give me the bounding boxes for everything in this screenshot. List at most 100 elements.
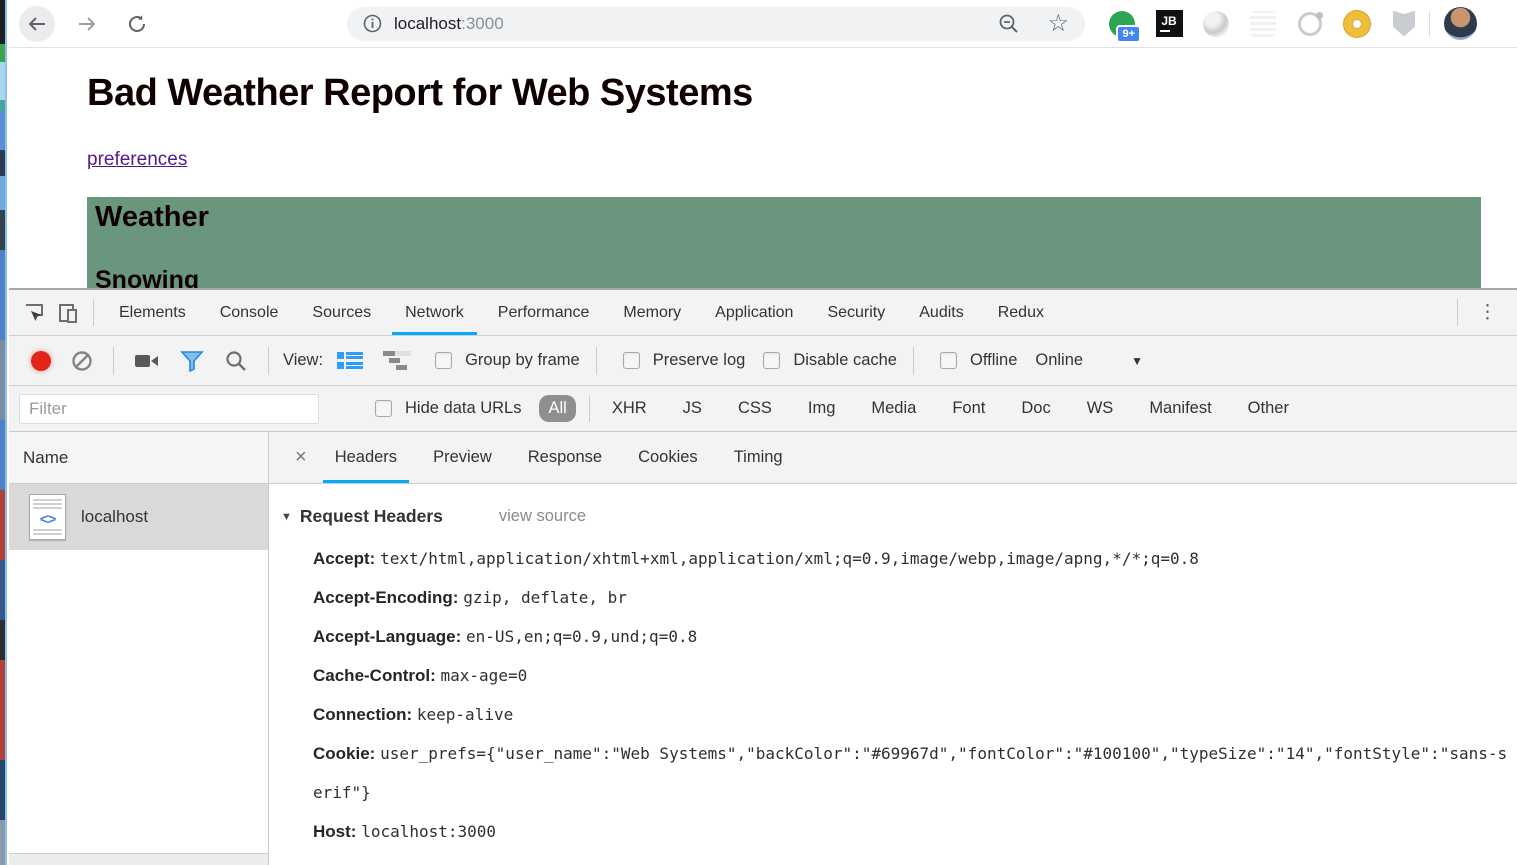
tab-security[interactable]: Security bbox=[810, 290, 902, 335]
back-button[interactable] bbox=[19, 6, 55, 42]
use-large-rows-button[interactable] bbox=[337, 351, 363, 371]
filter-type-other[interactable]: Other bbox=[1239, 395, 1298, 422]
filter-type-js[interactable]: JS bbox=[674, 395, 711, 422]
filter-type-font[interactable]: Font bbox=[943, 395, 994, 422]
kebab-icon: ⋮ bbox=[1478, 301, 1497, 324]
filter-type-all[interactable]: All bbox=[539, 395, 575, 422]
network-filter-bar: Hide data URLs All XHR JS CSS Img Media … bbox=[9, 386, 1517, 432]
tab-network[interactable]: Network bbox=[388, 290, 481, 335]
tab-performance[interactable]: Performance bbox=[481, 290, 607, 335]
request-list-panel: Name <> localhost bbox=[9, 432, 269, 865]
zoom-out-icon bbox=[997, 12, 1021, 36]
filter-type-doc[interactable]: Doc bbox=[1012, 395, 1059, 422]
devtools-menu-button[interactable]: ⋮ bbox=[1466, 290, 1509, 335]
view-label: View: bbox=[283, 351, 323, 370]
inspect-element-button[interactable] bbox=[17, 290, 51, 335]
throttling-select[interactable]: Online bbox=[1035, 351, 1083, 370]
tab-timing[interactable]: Timing bbox=[716, 432, 801, 483]
page-title: Bad Weather Report for Web Systems bbox=[87, 72, 1517, 115]
search-button[interactable] bbox=[224, 349, 248, 373]
tab-application[interactable]: Application bbox=[698, 290, 810, 335]
name-column-header[interactable]: Name bbox=[9, 432, 268, 484]
request-details-panel: × Headers Preview Response Cookies Timin… bbox=[269, 432, 1517, 865]
filter-toggle-button[interactable] bbox=[180, 350, 204, 372]
request-headers-section[interactable]: ▼ Request Headers view source bbox=[281, 506, 1509, 527]
donut-extension-icon[interactable] bbox=[1342, 9, 1372, 39]
bookmark-star-button[interactable]: ☆ bbox=[1047, 12, 1069, 36]
forward-button[interactable] bbox=[69, 6, 105, 42]
page-info-icon[interactable] bbox=[363, 14, 382, 33]
tab-sources[interactable]: Sources bbox=[295, 290, 388, 335]
weather-heading: Weather bbox=[95, 201, 1473, 234]
tab-preview[interactable]: Preview bbox=[415, 432, 510, 483]
reload-button[interactable] bbox=[119, 6, 155, 42]
tab-bar-spacer bbox=[1061, 290, 1449, 335]
request-row-localhost[interactable]: <> localhost bbox=[9, 484, 268, 550]
jetbrains-extension-icon[interactable]: JB bbox=[1154, 9, 1184, 39]
filter-input[interactable] bbox=[19, 394, 319, 424]
headers-content: ▼ Request Headers view source Accept: te… bbox=[269, 484, 1517, 865]
filter-type-manifest[interactable]: Manifest bbox=[1140, 395, 1220, 422]
preserve-log-checkbox[interactable] bbox=[623, 352, 640, 369]
view-source-link[interactable]: view source bbox=[499, 507, 586, 526]
hide-data-urls-checkbox[interactable] bbox=[375, 400, 392, 417]
devtools-tab-bar: Elements Console Sources Network Perform… bbox=[9, 290, 1517, 336]
tab-elements[interactable]: Elements bbox=[102, 290, 203, 335]
record-icon bbox=[31, 351, 51, 371]
tab-cookies[interactable]: Cookies bbox=[620, 432, 716, 483]
request-name: localhost bbox=[81, 507, 148, 527]
toolbar-divider-4 bbox=[913, 347, 914, 375]
request-list-empty-area bbox=[9, 550, 268, 853]
filter-type-media[interactable]: Media bbox=[862, 395, 925, 422]
address-bar[interactable]: localhost:3000 ☆ bbox=[347, 7, 1085, 41]
tab-audits[interactable]: Audits bbox=[902, 290, 980, 335]
close-icon: × bbox=[295, 446, 307, 469]
zoom-out-button[interactable] bbox=[997, 12, 1021, 36]
grid-icon bbox=[1250, 11, 1276, 37]
document-icon: <> bbox=[29, 494, 66, 540]
filter-type-css[interactable]: CSS bbox=[729, 395, 781, 422]
orbit-extension-icon[interactable] bbox=[1295, 9, 1325, 39]
devtools-panel: Elements Console Sources Network Perform… bbox=[9, 288, 1517, 865]
filter-type-img[interactable]: Img bbox=[799, 395, 845, 422]
donut-icon bbox=[1344, 11, 1370, 37]
filter-type-ws[interactable]: WS bbox=[1078, 395, 1123, 422]
preferences-link[interactable]: preferences bbox=[87, 149, 187, 171]
close-details-button[interactable]: × bbox=[285, 432, 317, 483]
throttling-dropdown-arrow-icon[interactable]: ▼ bbox=[1131, 354, 1143, 368]
chat-extension-icon[interactable]: 9+ bbox=[1107, 9, 1137, 39]
clear-button[interactable] bbox=[71, 350, 93, 372]
capture-screenshots-button[interactable] bbox=[134, 351, 160, 371]
tab-console[interactable]: Console bbox=[203, 290, 296, 335]
header-accept: Accept: text/html,application/xhtml+xml,… bbox=[313, 539, 1509, 578]
header-accept-language: Accept-Language: en-US,en;q=0.9,und;q=0.… bbox=[313, 617, 1509, 656]
tab-headers[interactable]: Headers bbox=[317, 432, 415, 483]
inspect-cursor-icon bbox=[22, 301, 46, 325]
list-view-icon bbox=[337, 351, 363, 371]
offline-checkbox[interactable] bbox=[940, 352, 957, 369]
group-by-frame-label: Group by frame bbox=[465, 351, 580, 370]
profile-avatar[interactable] bbox=[1444, 7, 1477, 40]
tab-response[interactable]: Response bbox=[510, 432, 620, 483]
tab-memory[interactable]: Memory bbox=[606, 290, 698, 335]
disable-cache-checkbox[interactable] bbox=[763, 352, 780, 369]
orbit-icon bbox=[1298, 12, 1322, 36]
notification-badge: 9+ bbox=[1116, 25, 1141, 43]
disclosure-triangle-icon[interactable]: ▼ bbox=[281, 511, 292, 523]
record-button[interactable] bbox=[31, 351, 51, 371]
reload-icon bbox=[126, 13, 148, 35]
tab-redux[interactable]: Redux bbox=[981, 290, 1061, 335]
show-waterfall-button[interactable] bbox=[383, 351, 411, 371]
weather-status: Snowing bbox=[95, 266, 1473, 288]
filter-divider bbox=[589, 396, 590, 422]
toolbar-divider-1 bbox=[113, 347, 114, 375]
grid-extension-icon[interactable] bbox=[1248, 9, 1278, 39]
url-host: localhost bbox=[394, 14, 461, 34]
funnel-icon bbox=[180, 350, 204, 372]
background-window-sliver bbox=[0, 0, 7, 865]
shield-extension-icon[interactable] bbox=[1389, 9, 1419, 39]
filter-type-xhr[interactable]: XHR bbox=[603, 395, 656, 422]
device-toolbar-button[interactable] bbox=[51, 290, 85, 335]
group-by-frame-checkbox[interactable] bbox=[435, 352, 452, 369]
swirl-extension-icon[interactable] bbox=[1201, 9, 1231, 39]
